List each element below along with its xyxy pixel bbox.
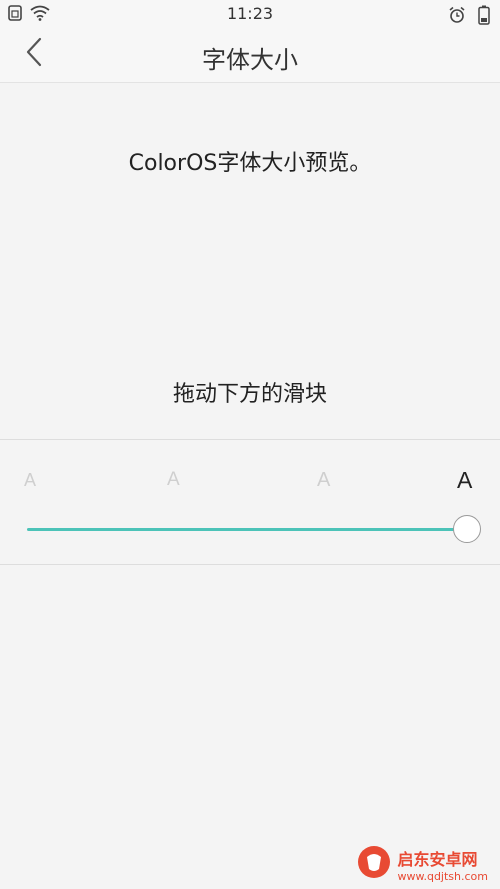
font-size-label-medium[interactable]: A	[167, 469, 180, 491]
font-preview-text: ColorOS字体大小预览。	[128, 151, 372, 176]
font-size-slider-handle[interactable]	[453, 515, 481, 543]
watermark-url: www.qdjtsh.com	[397, 869, 488, 883]
alarm-clock-icon	[448, 6, 466, 28]
font-size-slider-track[interactable]	[27, 528, 467, 531]
font-size-label-large[interactable]: A	[317, 469, 330, 492]
screen: 11:23 字体大小 ColorOS字体大小预览。 拖动下方的滑块 A A A …	[0, 0, 500, 889]
font-size-label-extra-large[interactable]: A	[457, 467, 472, 494]
header: 字体大小	[0, 26, 500, 83]
page-title: 字体大小	[202, 46, 298, 74]
divider	[0, 439, 500, 440]
status-time: 11:23	[226, 4, 274, 23]
font-size-label-small[interactable]: A	[24, 470, 36, 491]
watermark-text: 启东安卓网 www.qdjtsh.com	[397, 846, 488, 883]
watermark-name: 启东安卓网	[397, 849, 478, 869]
watermark: 启东安卓网 www.qdjtsh.com	[357, 845, 488, 883]
divider	[0, 564, 500, 565]
slider-hint-text: 拖动下方的滑块	[172, 382, 327, 407]
watermark-logo-icon	[357, 845, 391, 883]
font-size-labels: A A A A	[0, 460, 500, 500]
status-bar: 11:23	[0, 0, 500, 26]
